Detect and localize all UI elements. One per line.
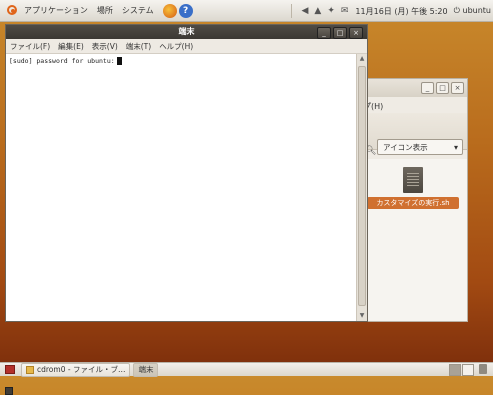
scrollbar-thumb[interactable] [358, 66, 366, 306]
terminal-close-button[interactable]: × [349, 27, 363, 39]
bluetooth-icon[interactable]: ✦ [327, 6, 335, 16]
terminal-menu-help[interactable]: ヘルプ(H) [159, 41, 193, 52]
terminal-menu-view[interactable]: 表示(V) [92, 41, 118, 52]
fm-minimize-button[interactable]: _ [421, 82, 434, 94]
ubuntu-logo-icon[interactable] [6, 4, 20, 18]
system-tray: ◀︎ ▲ ✦ ✉ 11月16日 (月) 午後 5:20 ⏻ ubuntu [285, 0, 493, 22]
menu-places[interactable]: 場所 [97, 5, 113, 16]
task-terminal[interactable]: 端末 [5, 362, 159, 395]
menu-system[interactable]: システム [122, 5, 154, 16]
script-file-icon[interactable] [403, 167, 423, 193]
terminal-menubar: ファイル(F) 編集(E) 表示(V) 端末(T) ヘルプ(H) [6, 39, 367, 54]
file-label[interactable]: カスタマイズの実行.sh [367, 197, 459, 209]
terminal-scrollbar[interactable]: ▲ ▼ [356, 54, 367, 321]
chevron-down-icon: ▾ [453, 142, 458, 152]
network-icon[interactable]: ▲ [314, 6, 321, 16]
file-manager-window[interactable]: _ □ × プ(H) 🔍︎ アイコン表示 ▾ カスタマイズの実行.sh [358, 78, 468, 322]
folder-icon [26, 365, 34, 374]
terminal-title: 端末 [178, 27, 195, 36]
terminal-menu-terminal[interactable]: 端末(T) [126, 41, 151, 52]
workspace-1[interactable] [449, 364, 461, 376]
terminal-window[interactable]: 端末 _ □ × ファイル(F) 編集(E) 表示(V) 端末(T) ヘルプ(H… [5, 24, 368, 322]
task-file-browser[interactable]: cdrom0 - ファイル・ブ… [21, 362, 131, 377]
fm-titlebar[interactable]: _ □ × [359, 79, 467, 97]
clock[interactable]: 11月16日 (月) 午後 5:20 [355, 6, 447, 17]
terminal-console[interactable]: [sudo] password for ubuntu: [6, 54, 357, 321]
workspace-switcher[interactable] [449, 364, 487, 376]
task-label: 端末 [138, 365, 154, 374]
terminal-maximize-button[interactable]: □ [333, 27, 347, 39]
menu-applications[interactable]: アプリケーション [24, 5, 88, 16]
text-cursor [116, 57, 122, 65]
power-icon[interactable]: ⏻ ubuntu [454, 6, 491, 16]
terminal-menu-edit[interactable]: 編集(E) [58, 41, 84, 52]
scroll-down-icon[interactable]: ▼ [357, 311, 367, 321]
firefox-icon[interactable] [162, 3, 177, 18]
view-mode-label: アイコン表示 [383, 142, 428, 152]
user-name[interactable]: ubuntu [463, 6, 492, 15]
tray-separator [291, 4, 293, 18]
trash-icon[interactable] [479, 364, 487, 374]
volume-icon[interactable]: ◀︎ [301, 6, 308, 16]
mail-icon[interactable]: ✉ [341, 6, 349, 16]
terminal-menu-file[interactable]: ファイル(F) [10, 41, 50, 52]
terminal-prompt-line: [sudo] password for ubuntu: [9, 57, 115, 65]
bottom-panel: cdrom0 - ファイル・ブ… 端末 [0, 362, 493, 395]
view-mode-select[interactable]: アイコン表示 ▾ [377, 139, 463, 155]
terminal-titlebar[interactable]: 端末 _ □ × [6, 25, 367, 39]
terminal-icon [5, 387, 13, 395]
terminal-minimize-button[interactable]: _ [317, 27, 331, 39]
fm-maximize-button[interactable]: □ [436, 82, 449, 94]
workspace-2[interactable] [462, 364, 474, 376]
help-icon[interactable]: ? [178, 3, 193, 18]
task-label: cdrom0 - ファイル・ブ… [37, 365, 126, 374]
show-desktop-icon[interactable] [5, 365, 15, 374]
top-panel: アプリケーション 場所 システム ? ◀︎ ▲ ✦ ✉ 11月16日 (月) 午… [0, 0, 493, 22]
scroll-up-icon[interactable]: ▲ [357, 54, 367, 64]
fm-close-button[interactable]: × [451, 82, 464, 94]
